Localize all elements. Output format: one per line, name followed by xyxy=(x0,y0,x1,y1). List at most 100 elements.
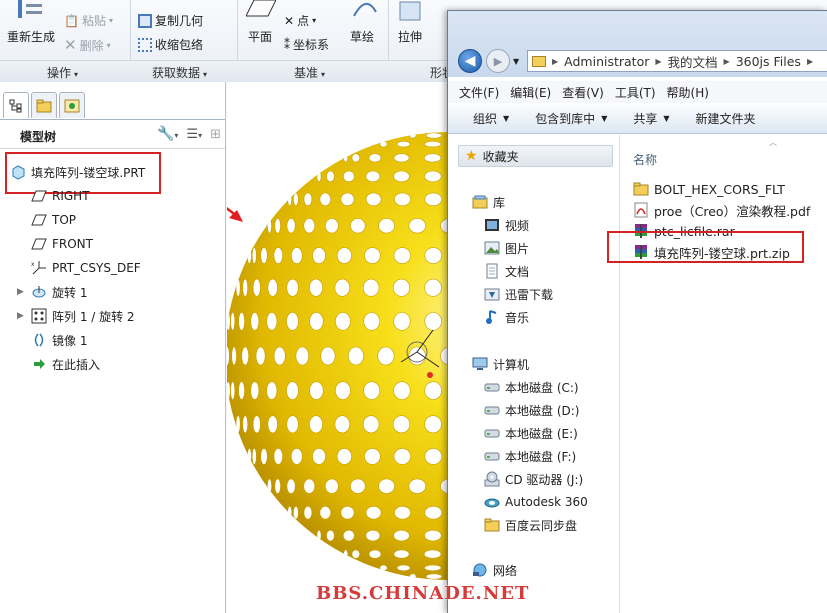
back-button[interactable]: ◀ xyxy=(458,49,482,73)
file-item[interactable]: BOLT_HEX_CORS_FLT xyxy=(633,179,785,199)
recent-pages-dropdown[interactable]: ▼ xyxy=(513,57,519,66)
explorer-menu-bar: 文件(F) 编辑(E) 查看(V) 工具(T) 帮助(H) xyxy=(448,81,827,103)
address-input[interactable]: ▶ Administrator ▶ 我的文档 ▶ 360js Files ▶ xyxy=(527,50,827,72)
library-icon xyxy=(472,194,488,210)
explorer-window: ◀ ▶ ▼ ▶ Administrator ▶ 我的文档 ▶ 360js Fil… xyxy=(447,10,827,613)
csys-icon: ⁑ xyxy=(284,37,290,52)
coord-sys-button[interactable]: ⁑ 坐标系 xyxy=(284,36,329,53)
model-tree-icon xyxy=(9,99,22,112)
nav-drive-item[interactable]: Autodesk 360 xyxy=(484,492,588,512)
show-options-icon[interactable]: ☰▾ xyxy=(186,127,202,142)
paste-button[interactable]: 📋 粘贴 ▾ xyxy=(64,12,113,29)
tree-item-label: 在此插入 xyxy=(52,357,101,372)
tab-model-tree[interactable] xyxy=(3,92,29,118)
nav-drive-item[interactable]: CD 驱动器 (J:) xyxy=(484,469,583,489)
menu-help[interactable]: 帮助(H) xyxy=(667,84,709,101)
settings-tools-icon[interactable]: 🔧▾ xyxy=(157,126,178,142)
breadcrumb-administrator[interactable]: Administrator xyxy=(564,54,649,69)
tree-item-label: RIGHT xyxy=(52,189,90,203)
tree-item-label: 阵列 1 / 旋转 2 xyxy=(52,309,135,324)
group-datum[interactable]: 基准 ▾ xyxy=(294,64,325,81)
regenerate-button[interactable]: 重新生成 xyxy=(2,0,58,58)
datum-plane-icon xyxy=(31,188,47,204)
explorer-address-bar: ◀ ▶ ▼ ▶ Administrator ▶ 我的文档 ▶ 360js Fil… xyxy=(448,11,827,77)
model-tree-header: 模型树 🔧▾ ☰▾ ⊞ xyxy=(0,119,225,149)
sketch-button[interactable]: 草绘 xyxy=(348,0,382,58)
nav-drive-item[interactable]: 本地磁盘 (E:) xyxy=(484,423,578,443)
delete-button[interactable]: ✕ 删除 ▾ xyxy=(64,36,111,54)
breadcrumb-360js-files[interactable]: 360js Files xyxy=(736,54,801,69)
group-operations[interactable]: 操作 ▾ xyxy=(47,64,78,81)
file-name: BOLT_HEX_CORS_FLT xyxy=(654,181,785,197)
mirror-icon xyxy=(31,332,47,348)
include-in-library-button[interactable]: 包含到库中 ▼ xyxy=(535,110,607,127)
regenerate-icon xyxy=(18,0,42,18)
nav-drive-item[interactable]: 本地磁盘 (D:) xyxy=(484,400,579,420)
sketch-icon xyxy=(353,3,377,17)
extrude-button[interactable]: 拉伸 xyxy=(394,0,434,58)
network-icon xyxy=(472,562,488,578)
library-item-icon xyxy=(484,240,500,256)
filter-icon[interactable]: ⊞ xyxy=(210,127,221,142)
drive-icon xyxy=(484,471,500,487)
delete-icon: ✕ xyxy=(64,36,77,54)
group-get-data[interactable]: 获取数据 ▾ xyxy=(152,64,207,81)
folder-browser-icon xyxy=(36,99,52,112)
copy-geometry-icon xyxy=(138,13,152,28)
drive-icon xyxy=(484,402,500,418)
datum-plane-icon xyxy=(31,236,47,252)
nav-library-item[interactable]: 图片 xyxy=(484,238,529,258)
share-button[interactable]: 共享 ▼ xyxy=(633,110,669,127)
pdf-icon xyxy=(633,202,649,218)
forward-button[interactable]: ▶ xyxy=(486,49,510,73)
model-tree-title: 模型树 xyxy=(20,130,57,144)
nav-drive-item[interactable]: 本地磁盘 (F:) xyxy=(484,446,576,466)
column-header-name[interactable]: 名称 xyxy=(633,151,657,168)
menu-tools[interactable]: 工具(T) xyxy=(615,84,656,101)
highlight-box-tree-root xyxy=(5,152,161,194)
organize-button[interactable]: 组织 ▼ xyxy=(473,110,509,127)
star-icon: ★ xyxy=(465,148,478,164)
nav-drive-item[interactable]: 百度云同步盘 xyxy=(484,515,577,535)
back-arrow-icon: ◀ xyxy=(464,53,476,69)
shrinkwrap-button[interactable]: 收缩包络 xyxy=(138,36,203,53)
explorer-file-list: ︿ 名称 BOLT_HEX_CORS_FLT proe（Creo）渲染教程.pdf… xyxy=(607,135,827,613)
tree-item-label: PRT_CSYS_DEF xyxy=(52,261,141,275)
nav-libraries[interactable]: 库 xyxy=(472,192,505,212)
copy-geometry-button[interactable]: 复制几何 xyxy=(138,12,203,29)
nav-library-item[interactable]: 音乐 xyxy=(484,307,529,327)
library-item-icon xyxy=(484,217,500,233)
library-item-icon xyxy=(484,263,500,279)
expand-arrow-icon[interactable]: ▶ xyxy=(17,287,24,297)
pointer-arrow xyxy=(227,206,243,222)
tree-item-label: FRONT xyxy=(52,237,93,251)
nav-network[interactable]: 网络 xyxy=(472,560,517,580)
csys-icon: x xyxy=(31,260,47,276)
file-name: proe（Creo）渲染教程.pdf xyxy=(654,203,811,219)
nav-library-item[interactable]: 视频 xyxy=(484,215,529,235)
graphics-window[interactable] xyxy=(227,82,447,613)
menu-file[interactable]: 文件(F) xyxy=(459,84,499,101)
tab-folder-browser[interactable] xyxy=(31,92,57,118)
paste-icon: 📋 xyxy=(64,13,79,28)
explorer-navigation-pane: ★ 收藏夹 库 视频图片文档迅雷下载音乐 计算机 本地磁盘 (C:) 本地磁盘 (… xyxy=(448,135,620,613)
perforated-sphere-model xyxy=(227,132,447,580)
shrinkwrap-icon xyxy=(138,37,152,52)
tab-favorites[interactable] xyxy=(59,92,85,118)
nav-drive-item[interactable]: 本地磁盘 (C:) xyxy=(484,377,579,397)
nav-favorites[interactable]: ★ 收藏夹 xyxy=(458,145,613,167)
expand-arrow-icon[interactable]: ▶ xyxy=(17,311,24,321)
nav-library-item[interactable]: 迅雷下载 xyxy=(484,284,553,304)
nav-computer[interactable]: 计算机 xyxy=(472,354,529,374)
folder-icon xyxy=(633,181,649,197)
nav-library-item[interactable]: 文档 xyxy=(484,261,529,281)
breadcrumb-my-documents[interactable]: 我的文档 xyxy=(668,52,718,71)
menu-view[interactable]: 查看(V) xyxy=(562,84,604,101)
menu-edit[interactable]: 编辑(E) xyxy=(510,84,551,101)
file-item[interactable]: proe（Creo）渲染教程.pdf xyxy=(633,200,810,220)
point-button[interactable]: ✕ 点 ▾ xyxy=(284,12,316,29)
new-folder-button[interactable]: 新建文件夹 xyxy=(696,110,756,127)
plane-button[interactable]: 平面 xyxy=(244,0,278,58)
tree-item-label: 旋转 1 xyxy=(52,285,88,300)
regenerate-label: 重新生成 xyxy=(7,30,56,44)
